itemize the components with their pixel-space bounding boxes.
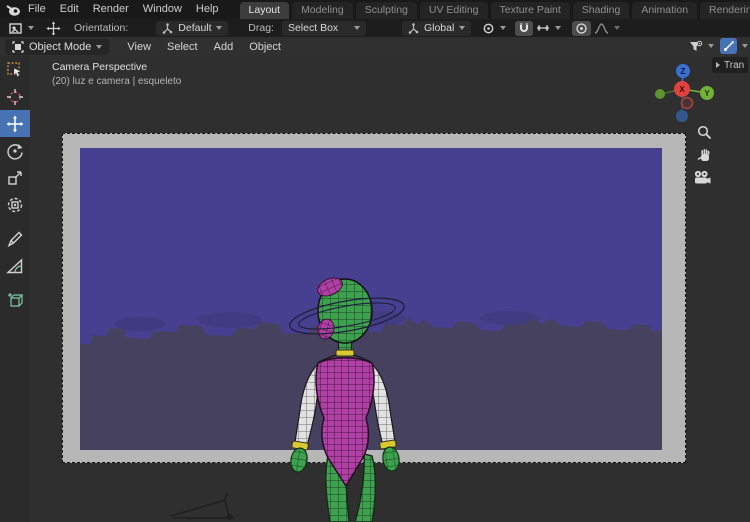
- scale-tool[interactable]: [0, 164, 30, 191]
- chevron-down-icon: [28, 26, 34, 30]
- axis-x-neg-ball: [682, 98, 693, 109]
- background-sky: [80, 148, 662, 450]
- pivot-point-dropdown[interactable]: [479, 21, 509, 36]
- menu-help[interactable]: Help: [189, 0, 226, 19]
- tab-layout[interactable]: Layout: [240, 2, 290, 19]
- snap-with-dropdown[interactable]: [533, 21, 564, 36]
- drag-dropdown[interactable]: Select Box: [282, 21, 366, 36]
- menu-add[interactable]: Add: [206, 41, 242, 53]
- viewport-canvas[interactable]: Camera Perspective (20) luz e camera | e…: [0, 56, 750, 522]
- editor-type-dropdown[interactable]: [6, 21, 37, 36]
- menu-view[interactable]: View: [119, 41, 159, 53]
- view-name-label: Camera Perspective: [52, 61, 181, 73]
- menu-render[interactable]: Render: [86, 0, 136, 19]
- camera-frame: [62, 133, 686, 463]
- chevron-down-icon: [614, 26, 620, 30]
- tab-texture-paint[interactable]: Texture Paint: [491, 2, 570, 19]
- tab-rendering[interactable]: Rendering: [700, 2, 750, 19]
- menu-edit[interactable]: Edit: [53, 0, 86, 19]
- tab-uv-editing[interactable]: UV Editing: [420, 2, 488, 19]
- transform-orientation-value: Global: [424, 22, 454, 34]
- viewport-info: Camera Perspective (20) luz e camera | e…: [52, 61, 181, 87]
- transform-tool[interactable]: [0, 191, 30, 218]
- chevron-down-icon: [96, 45, 102, 49]
- active-object-label: (20) luz e camera | esqueleto: [52, 76, 181, 87]
- city-silhouette: [80, 318, 662, 450]
- cursor-tool[interactable]: [0, 83, 30, 110]
- camera-view-button[interactable]: [692, 167, 712, 187]
- chevron-down-icon: [708, 44, 714, 48]
- tab-modeling[interactable]: Modeling: [292, 2, 353, 19]
- tab-animation[interactable]: Animation: [632, 2, 697, 19]
- tab-shading[interactable]: Shading: [573, 2, 630, 19]
- mode-dropdown[interactable]: Object Mode: [5, 39, 109, 55]
- menu-select[interactable]: Select: [159, 41, 206, 53]
- proportional-editing-toggle[interactable]: [572, 21, 591, 36]
- sidebar-tab-transform[interactable]: Tran: [712, 57, 748, 73]
- axis-y-neg-ball: [655, 89, 665, 99]
- mode-value: Object Mode: [29, 41, 91, 53]
- gizmos-toggle[interactable]: [720, 38, 737, 54]
- snap-toggle[interactable]: [515, 21, 533, 36]
- svg-text:X: X: [679, 85, 685, 94]
- menu-file[interactable]: File: [21, 0, 53, 19]
- chevron-down-icon: [459, 26, 465, 30]
- axis-z-neg-ball: [676, 110, 688, 122]
- character-right-leg: [355, 454, 375, 522]
- select-box-tool[interactable]: [0, 56, 30, 83]
- menu-object[interactable]: Object: [241, 41, 289, 53]
- proportional-falloff-dropdown[interactable]: [591, 21, 623, 36]
- chevron-down-icon: [742, 44, 748, 48]
- chevron-down-icon: [216, 26, 222, 30]
- measure-tool[interactable]: [0, 252, 30, 279]
- tool-settings-bar: Orientation: Default Drag: Select Box Gl…: [0, 19, 750, 37]
- chevron-down-icon: [555, 26, 561, 30]
- camera-render-view: [80, 148, 662, 450]
- character-left-leg: [326, 456, 349, 522]
- ground-sketch: [163, 490, 253, 522]
- svg-text:Y: Y: [704, 89, 710, 98]
- transform-orientation-dropdown[interactable]: Global: [402, 21, 471, 36]
- tab-sculpting[interactable]: Sculpting: [356, 2, 417, 19]
- add-cube-tool[interactable]: [0, 286, 30, 313]
- chevron-right-icon: [716, 62, 720, 68]
- drag-value: Select Box: [288, 22, 338, 34]
- zoom-button[interactable]: [694, 122, 714, 142]
- annotate-tool[interactable]: [0, 225, 30, 252]
- svg-text:Z: Z: [681, 67, 686, 76]
- active-tool-move-icon: [43, 21, 64, 36]
- overlays-dropdown[interactable]: [686, 39, 717, 54]
- rotate-tool[interactable]: [0, 137, 30, 164]
- chevron-down-icon: [354, 26, 360, 30]
- orientation-dropdown[interactable]: Default: [156, 21, 228, 36]
- orientation-value: Default: [178, 22, 211, 34]
- chevron-down-icon: [500, 26, 506, 30]
- move-tool[interactable]: [0, 110, 30, 137]
- blender-logo-icon[interactable]: [5, 2, 21, 18]
- top-bar: File Edit Render Window Help Layout Mode…: [0, 0, 750, 19]
- viewport-header: Object Mode View Select Add Object: [0, 37, 750, 56]
- pan-hand-button[interactable]: [694, 145, 714, 165]
- orientation-label: Orientation:: [74, 22, 128, 34]
- sidebar-tab-label: Tran: [724, 60, 744, 71]
- toolbar: [0, 56, 30, 522]
- workspace-tabs: Layout Modeling Sculpting UV Editing Tex…: [240, 0, 750, 19]
- drag-label: Drag:: [248, 22, 274, 34]
- menu-window[interactable]: Window: [136, 0, 189, 19]
